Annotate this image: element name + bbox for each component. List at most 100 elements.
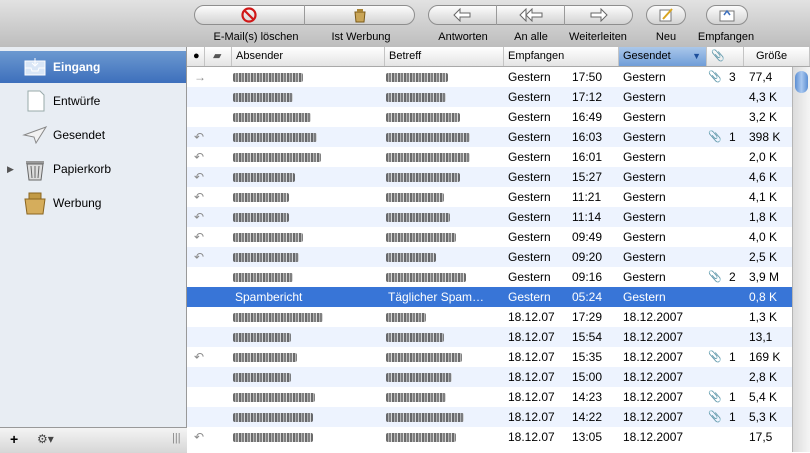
message-row[interactable]: 18.12.07 14:23 18.12.2007 📎 1 5,4 K — [187, 387, 792, 407]
message-sent: Gestern — [623, 250, 666, 264]
sidebar-item-inbox[interactable]: Eingang — [0, 51, 186, 83]
message-sent: Gestern — [623, 90, 666, 104]
message-received-day: Gestern — [508, 250, 551, 264]
message-row[interactable]: Gestern 17:12 Gestern 4,3 K — [187, 87, 792, 107]
attachment-icon: 📎 — [708, 411, 722, 423]
message-received-day: Gestern — [508, 150, 551, 164]
header-received[interactable]: Empfangen — [504, 47, 619, 66]
message-sent: 18.12.2007 — [623, 390, 684, 404]
message-row[interactable]: ↶ Gestern 15:27 Gestern 4,6 K — [187, 167, 792, 187]
header-attachment[interactable]: 📎 — [707, 47, 744, 66]
junk-button[interactable] — [305, 7, 415, 23]
message-size: 1,8 K — [749, 210, 778, 224]
reply-all-button[interactable] — [497, 7, 564, 23]
sidebar-item-trash[interactable]: ▶ Papierkorb — [0, 153, 186, 185]
sidebar-item-sent[interactable]: Gesendet — [0, 119, 186, 151]
header-subject[interactable]: Betreff — [385, 47, 504, 66]
sidebar-item-drafts[interactable]: Entwürfe — [0, 85, 186, 117]
delete-button[interactable] — [194, 7, 304, 23]
message-row[interactable]: Spambericht Täglicher Spam… Gestern 05:24 Ge… — [187, 287, 792, 307]
reply-all-label: An alle — [514, 31, 548, 43]
message-status-icon — [194, 307, 208, 327]
message-sent: 18.12.2007 — [623, 330, 684, 344]
message-subject-redacted — [386, 187, 500, 207]
message-status-icon: ↶ — [194, 230, 205, 244]
junk-label: Ist Werbung — [331, 31, 391, 43]
attachment-icon — [708, 187, 724, 207]
message-row[interactable]: 18.12.07 17:29 18.12.2007 1,3 K — [187, 307, 792, 327]
attachment-icon: 📎 — [708, 271, 722, 283]
message-row[interactable]: 18.12.07 15:54 18.12.2007 13,1 — [187, 327, 792, 347]
header-read-status[interactable]: ● — [187, 47, 205, 66]
message-received-time: 17:29 — [572, 310, 603, 324]
attachment-count — [729, 107, 741, 127]
header-from[interactable]: Absender — [232, 47, 385, 66]
message-list: ● ▰ Absender Betreff Empfangen Gesendet … — [187, 47, 810, 452]
sidebar-item-junk[interactable]: Werbung — [0, 187, 186, 219]
message-from-redacted — [233, 427, 381, 447]
message-status-icon: ↶ — [194, 250, 205, 264]
attachment-icon — [708, 227, 724, 247]
message-size: 4,0 K — [749, 230, 778, 244]
attachment-count — [729, 207, 741, 227]
message-from-redacted — [233, 227, 381, 247]
message-status-icon — [194, 107, 208, 127]
message-received-time: 17:50 — [572, 70, 603, 84]
message-row[interactable]: ↶ Gestern 16:01 Gestern 2,0 K — [187, 147, 792, 167]
message-row[interactable]: Gestern 16:49 Gestern 3,2 K — [187, 107, 792, 127]
header-sent[interactable]: Gesendet ▼ — [619, 47, 707, 66]
message-sent: Gestern — [623, 190, 666, 204]
message-subject-redacted — [386, 67, 500, 87]
message-row[interactable]: ↶ Gestern 09:20 Gestern 2,5 K — [187, 247, 792, 267]
attachment-icon: 📎 — [708, 391, 722, 403]
message-status-icon: ↶ — [194, 210, 205, 224]
attachment-icon — [708, 367, 724, 387]
drafts-icon — [22, 89, 48, 113]
message-received-time: 15:27 — [572, 170, 603, 184]
message-row[interactable]: ↶ Gestern 16:03 Gestern 📎 1 398 K — [187, 127, 792, 147]
resize-grip-icon[interactable]: ||| — [172, 432, 181, 444]
message-received-day: 18.12.07 — [508, 350, 555, 364]
message-row[interactable]: ↶ 18.12.07 13:05 18.12.2007 17,5 — [187, 427, 792, 447]
vertical-scrollbar[interactable] — [792, 67, 810, 452]
compose-icon — [659, 8, 673, 22]
reply-button[interactable] — [428, 7, 496, 23]
attachment-count: 1 — [729, 350, 736, 364]
message-status-icon — [194, 327, 208, 347]
attachment-icon — [708, 287, 724, 307]
message-row[interactable]: ↶ 18.12.07 15:35 18.12.2007 📎 1 169 K — [187, 347, 792, 367]
message-status-icon: ↶ — [194, 430, 205, 444]
attachment-count — [729, 427, 741, 447]
message-received-time: 15:00 — [572, 370, 603, 384]
message-from-redacted — [233, 407, 381, 427]
message-status-icon: ↶ — [194, 170, 205, 184]
scrollbar-thumb[interactable] — [795, 71, 808, 93]
message-status-icon — [194, 267, 208, 287]
message-row[interactable]: ↶ Gestern 09:49 Gestern 4,0 K — [187, 227, 792, 247]
header-size[interactable]: Größe — [744, 47, 810, 66]
message-subject-redacted — [386, 127, 500, 147]
message-sent: Gestern — [623, 130, 666, 144]
message-row[interactable]: ↶ Gestern 11:21 Gestern 4,1 K — [187, 187, 792, 207]
sidebar-item-label: Papierkorb — [53, 162, 112, 176]
message-received-day: Gestern — [508, 210, 551, 224]
message-received-day: Gestern — [508, 190, 551, 204]
disclosure-triangle-icon[interactable]: ▶ — [7, 164, 14, 175]
message-from-redacted — [233, 367, 381, 387]
forward-button[interactable] — [565, 7, 633, 23]
message-from-redacted — [233, 107, 381, 127]
header-replied-status[interactable]: ▰ — [205, 47, 232, 66]
message-row[interactable]: Gestern 09:16 Gestern 📎 2 3,9 M — [187, 267, 792, 287]
attachment-icon: 📎 — [708, 351, 722, 363]
message-row[interactable]: 18.12.07 14:22 18.12.2007 📎 1 5,3 K — [187, 407, 792, 427]
message-row[interactable]: 18.12.07 15:00 18.12.2007 2,8 K — [187, 367, 792, 387]
delete-label: E-Mail(s) löschen — [213, 31, 299, 43]
add-mailbox-button[interactable]: + — [10, 431, 18, 447]
message-size: 5,3 K — [749, 410, 778, 424]
reply-all-arrow-icon — [518, 8, 542, 22]
message-row[interactable]: ↶ Gestern 11:14 Gestern 1,8 K — [187, 207, 792, 227]
message-row[interactable]: → Gestern 17:50 Gestern 📎 3 77,4 — [187, 67, 792, 87]
attachment-count — [729, 167, 741, 187]
action-menu-button[interactable]: ⚙▾ — [37, 432, 54, 446]
message-size: 13,1 — [749, 330, 773, 344]
